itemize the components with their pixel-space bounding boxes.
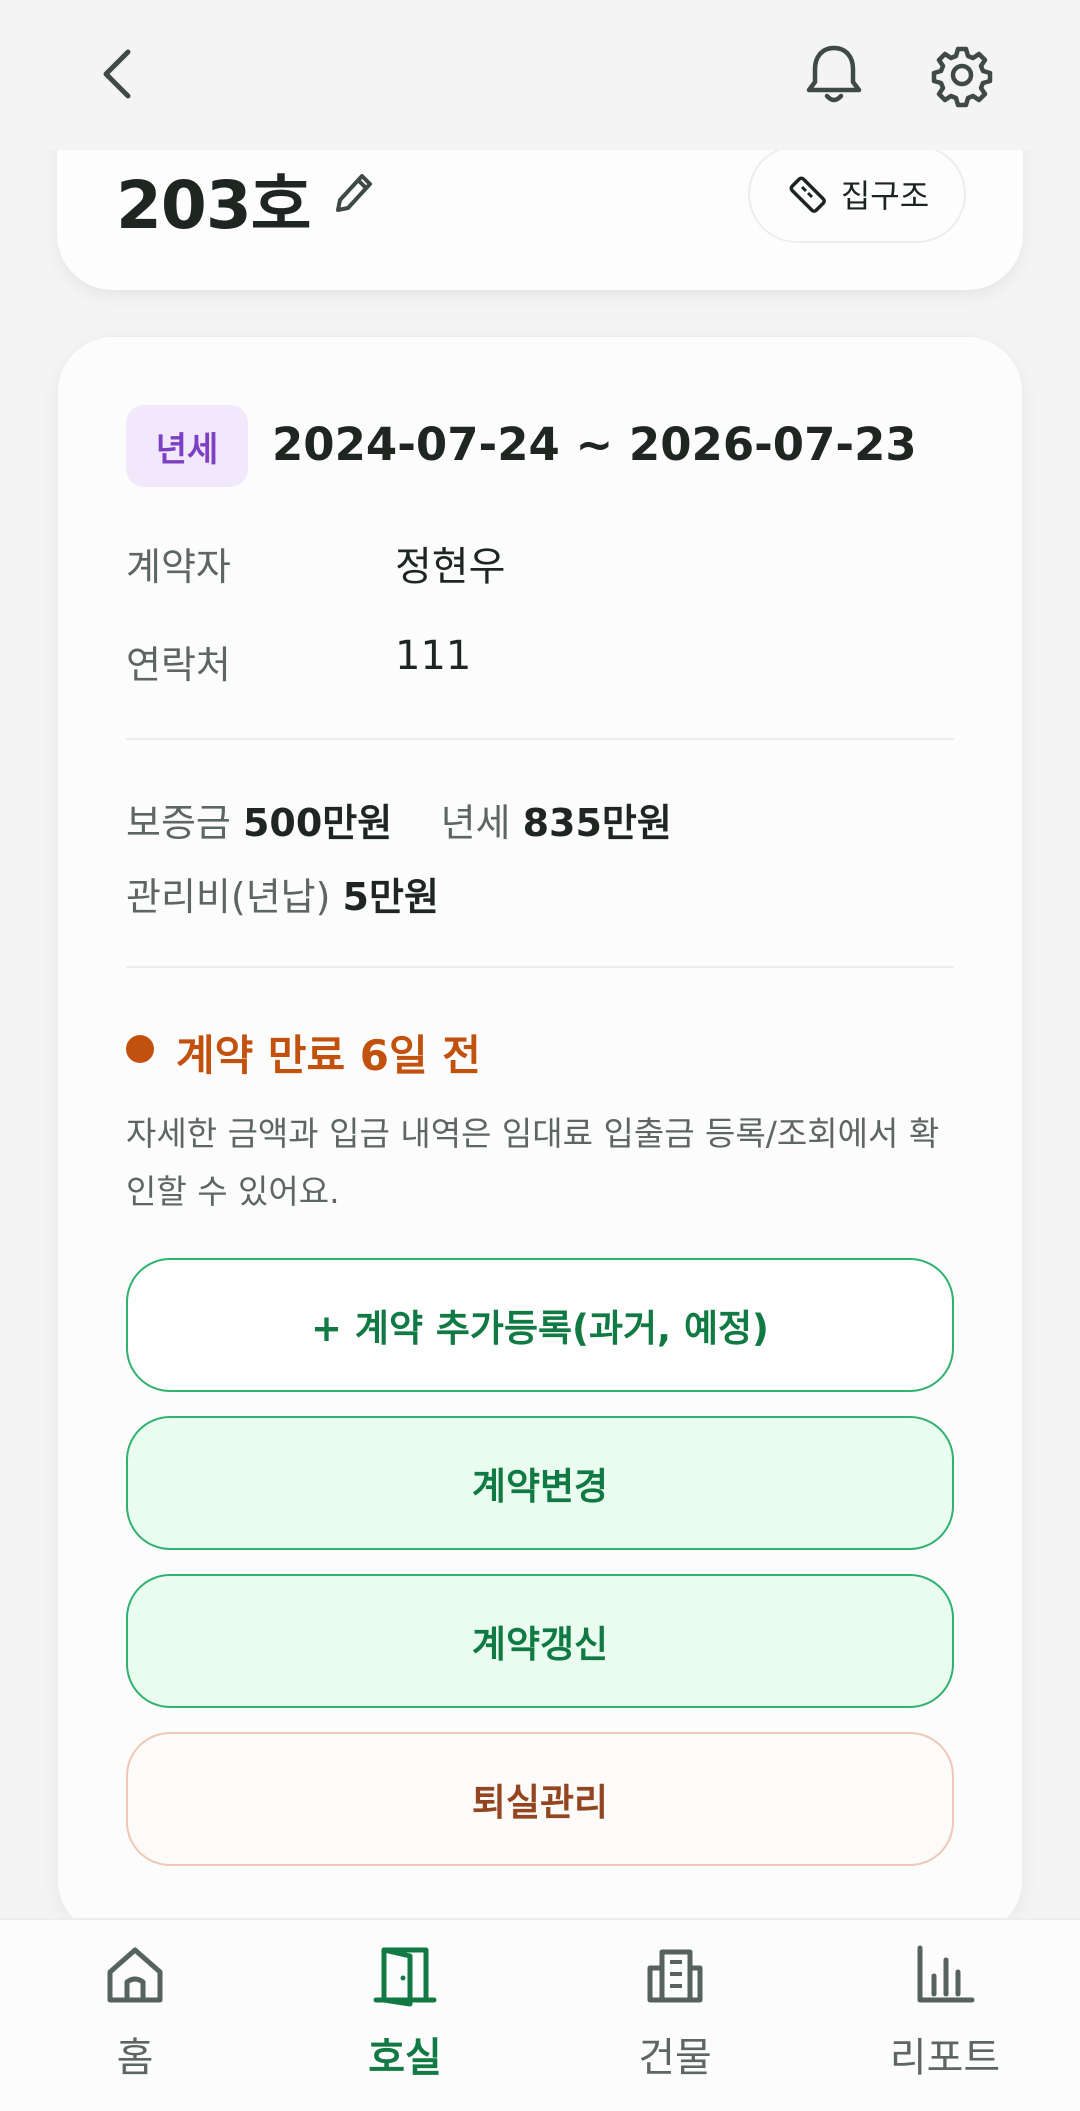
payment-notice: 자세한 금액과 입금 내역은 임대료 입출금 등록/조회에서 확인할 수 있어요… bbox=[126, 1114, 940, 1211]
deposit-value: 500만원 bbox=[242, 801, 393, 845]
nav-home[interactable]: 홈 bbox=[32, 1918, 232, 2111]
contact-value: 111 bbox=[395, 633, 472, 679]
door-icon bbox=[373, 1947, 437, 2007]
settings-gear-icon[interactable] bbox=[930, 40, 994, 110]
nav-building[interactable]: 건물 bbox=[572, 1918, 772, 2111]
moveout-management-button[interactable]: 퇴실관리 bbox=[126, 1732, 954, 1866]
home-icon bbox=[107, 1947, 163, 2003]
contact-label: 연락처 bbox=[126, 643, 231, 687]
nav-report-label: 리포트 bbox=[889, 2035, 1001, 2081]
top-app-bar bbox=[0, 0, 1080, 150]
divider bbox=[126, 738, 954, 740]
floorplan-button[interactable]: 집구조 bbox=[748, 145, 966, 243]
deposit-rent-line: 보증금 500만원 년세 835만원 bbox=[126, 792, 672, 847]
management-fee-label: 관리비(년납) bbox=[126, 875, 331, 919]
nav-report[interactable]: 리포트 bbox=[842, 1918, 1042, 2111]
nav-room[interactable]: 호실 bbox=[302, 1918, 502, 2111]
add-contract-button[interactable]: + 계약 추가등록(과거, 예정) bbox=[126, 1258, 954, 1392]
bar-chart-icon bbox=[917, 1945, 975, 2003]
bell-icon[interactable] bbox=[800, 40, 868, 110]
deposit-label: 보증금 bbox=[126, 801, 231, 845]
contractor-label: 계약자 bbox=[126, 545, 231, 589]
change-contract-button[interactable]: 계약변경 bbox=[126, 1416, 954, 1550]
ruler-icon bbox=[789, 176, 826, 213]
management-fee-value: 5만원 bbox=[342, 875, 439, 919]
back-arrow-icon[interactable] bbox=[94, 46, 144, 102]
renew-contract-button[interactable]: 계약갱신 bbox=[126, 1574, 954, 1708]
nav-building-label: 건물 bbox=[638, 2035, 712, 2081]
management-fee-line: 관리비(년납) 5만원 bbox=[126, 866, 439, 921]
room-title: 203호 bbox=[116, 167, 311, 244]
expiry-warning: 계약 만료 6일 전 bbox=[176, 1031, 481, 1080]
nav-room-label: 호실 bbox=[368, 2035, 442, 2081]
divider bbox=[126, 966, 954, 968]
nav-home-label: 홈 bbox=[116, 2035, 154, 2081]
contract-period: 2024-07-24 ~ 2026-07-23 bbox=[272, 418, 917, 471]
contractor-value: 정현우 bbox=[395, 544, 506, 590]
rent-label: 년세 bbox=[440, 801, 511, 845]
floorplan-label: 집구조 bbox=[840, 177, 930, 215]
building-icon bbox=[647, 1949, 703, 2003]
edit-pencil-icon[interactable] bbox=[330, 168, 376, 218]
rent-value: 835만원 bbox=[522, 801, 672, 845]
expiry-status-dot bbox=[126, 1035, 154, 1063]
contract-type-badge: 년세 bbox=[126, 405, 248, 487]
